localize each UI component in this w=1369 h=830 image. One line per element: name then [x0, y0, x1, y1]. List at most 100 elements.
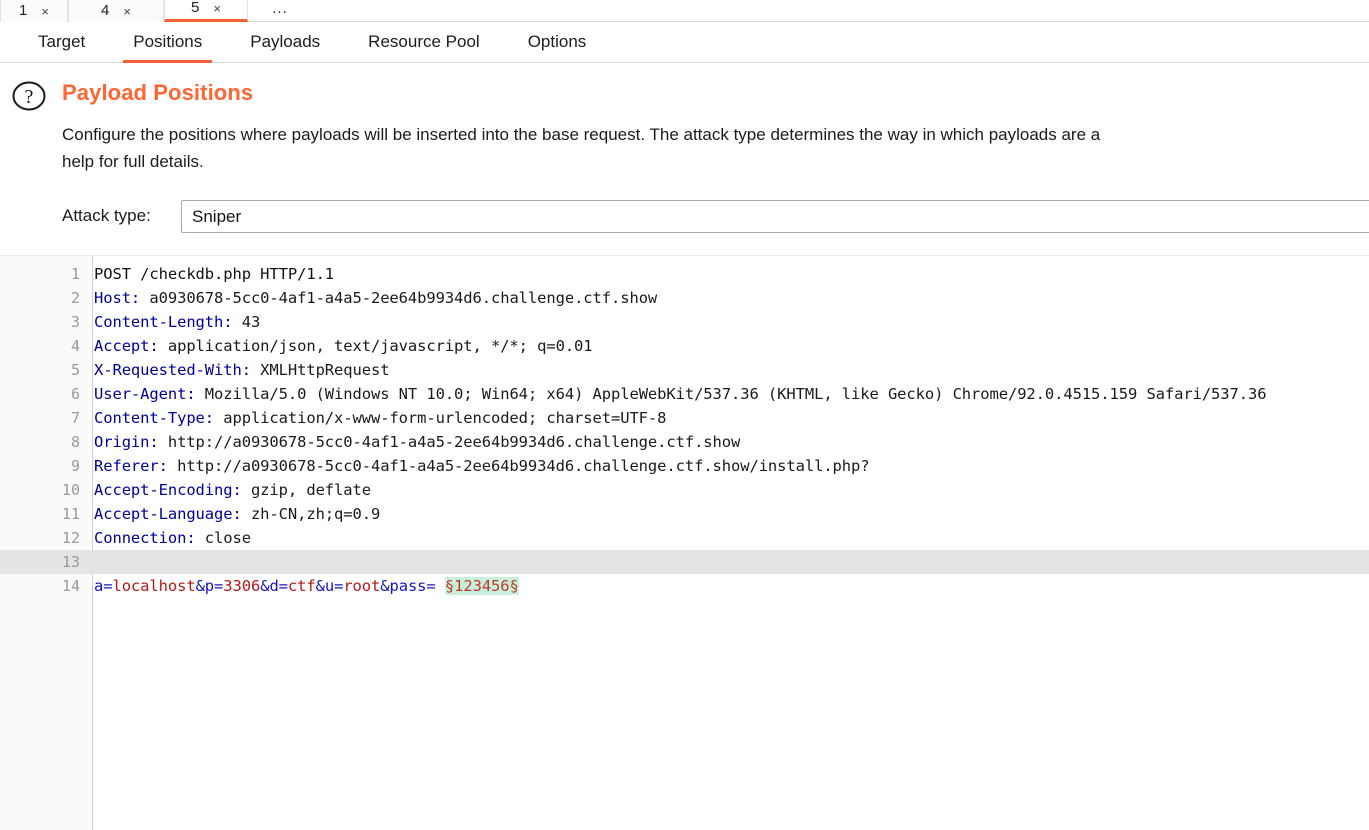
header-value: XMLHttpRequest	[250, 361, 390, 379]
attack-tab-label: ...	[272, 0, 288, 17]
header-value: gzip, deflate	[241, 481, 371, 499]
section-tab-bar: Target Positions Payloads Resource Pool Opti…	[0, 22, 1369, 63]
header-value: Mozilla/5.0 (Windows NT 10.0; Win64; x64…	[195, 385, 1267, 403]
request-line[interactable]: 8 Origin: http://a0930678-5cc0-4af1-a4a5-…	[0, 430, 1369, 454]
tab-label: Target	[38, 32, 86, 51]
close-icon[interactable]: ×	[213, 1, 221, 16]
attack-tab-bar: 1 × 4 × 5 ×...	[0, 0, 1369, 22]
line-number: 3	[70, 313, 80, 331]
tab-options[interactable]: Options	[504, 22, 611, 63]
header-name: Referer:	[94, 457, 168, 475]
attack-tab-5[interactable]: 5 ×	[164, 0, 248, 22]
attack-type-select[interactable]: Sniper	[181, 200, 1369, 233]
attack-tab-1[interactable]: 1 ×	[0, 0, 68, 22]
request-line-text: Content-Type: application/x-www-form-url…	[88, 409, 1369, 427]
header-value: 43	[232, 313, 261, 331]
param-name: u=	[324, 577, 344, 595]
panel-description: Configure the positions where payloads w…	[62, 125, 1101, 171]
request-line-text: Accept: application/json, text/javascrip…	[88, 337, 1369, 355]
header-value: close	[195, 529, 251, 547]
attack-tab-label: 1	[19, 2, 28, 19]
header-name: Content-Type:	[94, 409, 215, 427]
request-line[interactable]: 2 Host: a0930678-5cc0-4af1-a4a5-2ee64b993…	[0, 286, 1369, 310]
line-number: 9	[70, 457, 80, 475]
request-line[interactable]: 1 POST /checkdb.php HTTP/1.1	[0, 262, 1369, 286]
attack-tab-label: 4	[101, 2, 110, 19]
attack-tab-label: 5	[191, 0, 200, 16]
tab-label: Positions	[133, 32, 203, 51]
line-number: 7	[70, 409, 80, 427]
attack-tab-4[interactable]: 4 ×	[68, 0, 164, 22]
header-name: Accept:	[94, 337, 159, 355]
close-icon[interactable]: ×	[41, 4, 49, 19]
header-value: http://a0930678-5cc0-4af1-a4a5-2ee64b993…	[167, 457, 870, 475]
request-line[interactable]: 10 Accept-Encoding: gzip, deflate	[0, 478, 1369, 502]
payload-position-marker[interactable]: §123456§	[444, 577, 519, 595]
request-line[interactable]: 9 Referer: http://a0930678-5cc0-4af1-a4a5…	[0, 454, 1369, 478]
line-number: 13	[61, 553, 80, 571]
line-number: 4	[70, 337, 80, 355]
header-name: Accept-Language:	[94, 505, 242, 523]
request-line-text: Content-Length: 43	[88, 313, 1369, 331]
request-line-text: Referer: http://a0930678-5cc0-4af1-a4a5-…	[88, 457, 1369, 475]
header-name: Accept-Encoding:	[94, 481, 242, 499]
close-icon[interactable]: ×	[123, 4, 131, 19]
attack-type-value: Sniper	[192, 206, 242, 226]
header-name: Host:	[94, 289, 141, 307]
attack-type-label: Attack type:	[62, 206, 151, 225]
request-code-rows: 1 POST /checkdb.php HTTP/1.1 2 Host: a09306…	[0, 262, 1369, 598]
request-line[interactable]: 7 Content-Type: application/x-www-form-ur…	[0, 406, 1369, 430]
request-line[interactable]: 13	[0, 550, 1369, 574]
param-separator: &	[315, 577, 325, 595]
line-number: 1	[70, 265, 80, 283]
line-number: 14	[61, 577, 80, 595]
header-value: application/x-www-form-urlencoded; chars…	[214, 409, 667, 427]
question-mark-circle-icon[interactable]: ?	[12, 79, 46, 113]
attack-tab-overflow[interactable]: ...	[248, 0, 312, 22]
request-line[interactable]: 3 Content-Length: 43	[0, 310, 1369, 334]
request-line[interactable]: 11 Accept-Language: zh-CN,zh;q=0.9	[0, 502, 1369, 526]
request-line[interactable]: 6 User-Agent: Mozilla/5.0 (Windows NT 10.…	[0, 382, 1369, 406]
request-line[interactable]: 4 Accept: application/json, text/javascri…	[0, 334, 1369, 358]
header-value: zh-CN,zh;q=0.9	[241, 505, 381, 523]
param-name: pass=	[389, 577, 436, 595]
header-name: Content-Length:	[94, 313, 233, 331]
request-line-text: POST /checkdb.php HTTP/1.1	[94, 265, 335, 283]
header-value: a0930678-5cc0-4af1-a4a5-2ee64b9934d6.cha…	[140, 289, 658, 307]
param-value: ctf	[287, 577, 316, 595]
tab-label: Resource Pool	[368, 32, 480, 51]
request-editor[interactable]: 1 POST /checkdb.php HTTP/1.1 2 Host: a09306…	[0, 255, 1369, 830]
header-name: User-Agent:	[94, 385, 196, 403]
param-value: localhost	[112, 577, 196, 595]
header-value: http://a0930678-5cc0-4af1-a4a5-2ee64b993…	[158, 433, 741, 451]
request-line-text: Connection: close	[88, 529, 1369, 547]
header-value: application/json, text/javascript, */*; …	[158, 337, 593, 355]
page-title: Payload Positions	[62, 80, 254, 105]
line-number: 10	[61, 481, 80, 499]
request-line-text: Accept-Encoding: gzip, deflate	[88, 481, 1369, 499]
tab-resource-pool[interactable]: Resource Pool	[344, 22, 504, 63]
tab-target[interactable]: Target	[14, 22, 109, 63]
tab-label: Payloads	[250, 32, 321, 51]
request-line[interactable]: 5 X-Requested-With: XMLHttpRequest	[0, 358, 1369, 382]
header-name: Origin:	[94, 433, 159, 451]
request-line-text: Host: a0930678-5cc0-4af1-a4a5-2ee64b9934…	[88, 289, 1369, 307]
param-value: 3306	[223, 577, 261, 595]
tab-payloads[interactable]: Payloads	[226, 22, 344, 63]
line-number: 6	[70, 385, 80, 403]
request-line-text: Accept-Language: zh-CN,zh;q=0.9	[88, 505, 1369, 523]
tab-positions[interactable]: Positions	[109, 22, 226, 63]
request-line-text: X-Requested-With: XMLHttpRequest	[88, 361, 1369, 379]
attack-type-row: Attack type: Sniper	[0, 200, 1369, 236]
header-name: Connection:	[94, 529, 196, 547]
request-line[interactable]: 12 Connection: close	[0, 526, 1369, 550]
request-line[interactable]: 14 a=localhost&p=3306&d=ctf&u=root&pass= …	[0, 574, 1369, 598]
param-name: p=	[204, 577, 224, 595]
line-number: 5	[70, 361, 80, 379]
request-line-text: a=localhost&p=3306&d=ctf&u=root&pass= §1…	[88, 577, 1369, 595]
request-line-text: User-Agent: Mozilla/5.0 (Windows NT 10.0…	[88, 385, 1369, 403]
header-name: X-Requested-With:	[94, 361, 251, 379]
line-number: 11	[61, 505, 80, 523]
param-value: root	[343, 577, 381, 595]
